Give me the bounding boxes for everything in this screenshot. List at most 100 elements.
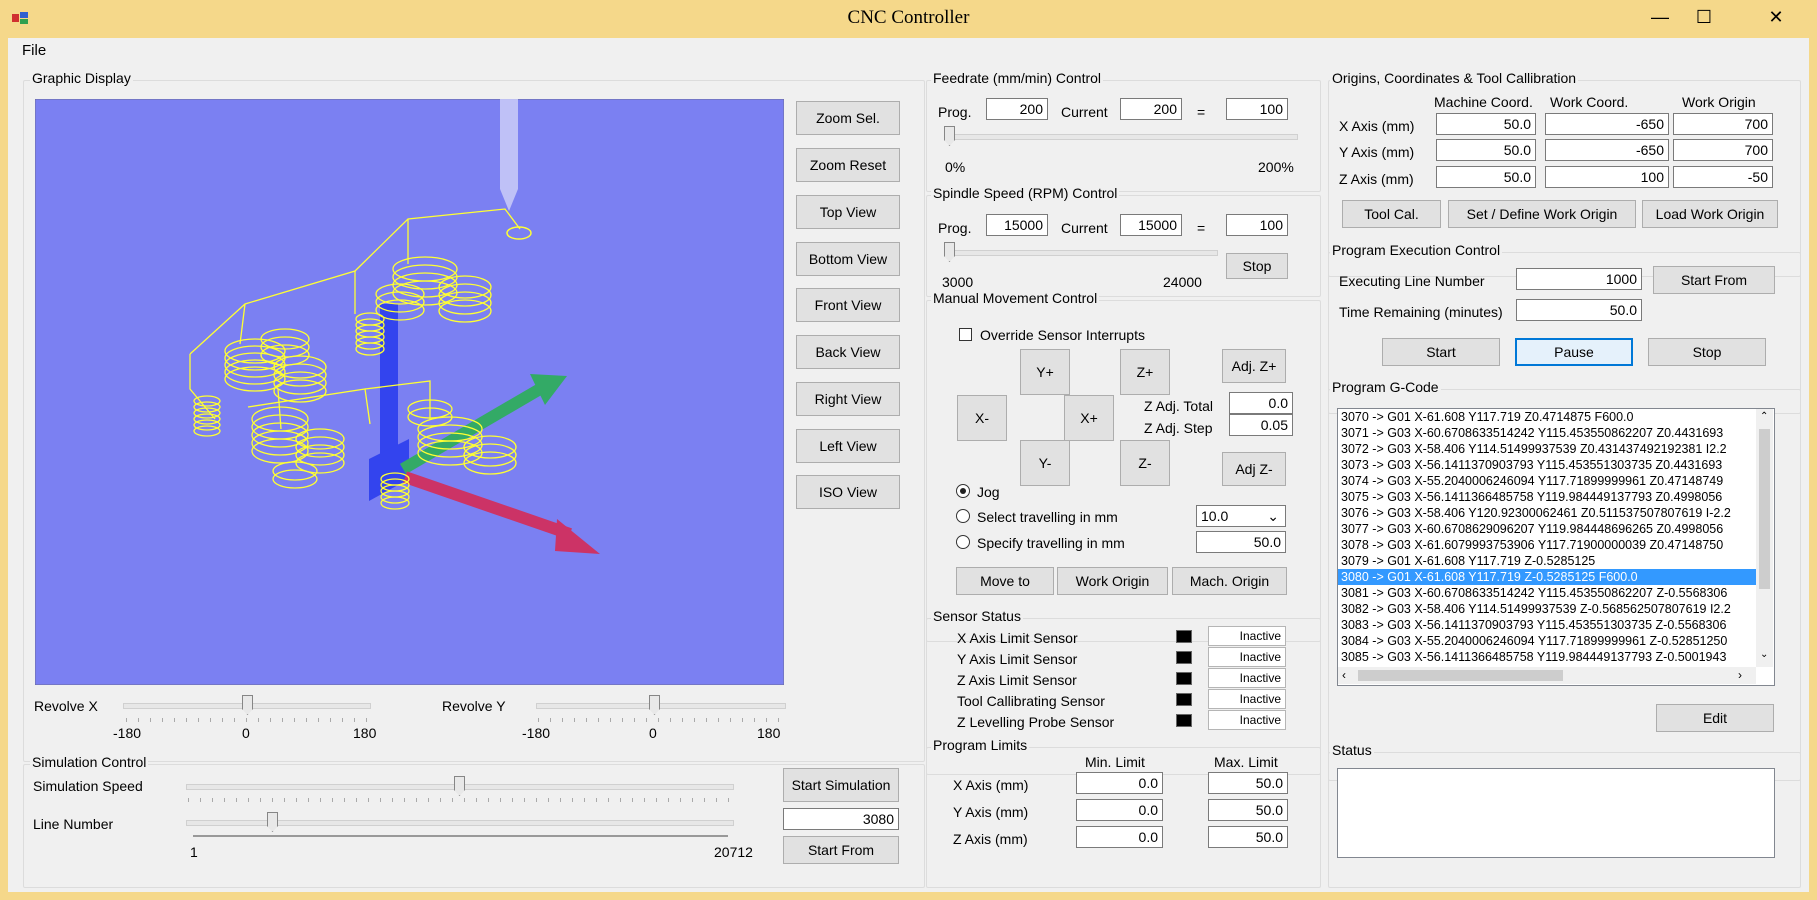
start-button[interactable]: Start — [1382, 338, 1500, 366]
gcode-line[interactable]: 3082 -> G03 X-58.406 Y114.51499937539 Z-… — [1338, 601, 1756, 617]
limit-min-input[interactable] — [1076, 772, 1163, 794]
minimize-button[interactable]: — — [1640, 4, 1680, 30]
z-minus-button[interactable]: Z- — [1120, 440, 1170, 486]
work-origin-input[interactable] — [1673, 113, 1773, 135]
load-work-origin-button[interactable]: Load Work Origin — [1642, 200, 1778, 228]
gcode-line[interactable]: 3084 -> G03 X-55.2040006246094 Y117.7189… — [1338, 633, 1756, 649]
execution-start-from-button[interactable]: Start From — [1653, 266, 1775, 294]
x-plus-button[interactable]: X+ — [1064, 395, 1114, 441]
iso-view-button[interactable]: ISO View — [796, 475, 900, 509]
limit-max-input[interactable] — [1208, 826, 1288, 848]
work-origin-input[interactable] — [1673, 166, 1773, 188]
z-adj-total-input[interactable] — [1229, 392, 1293, 414]
gcode-line[interactable]: 3078 -> G03 X-61.6079993753906 Y117.7190… — [1338, 537, 1756, 553]
tool-cal-button[interactable]: Tool Cal. — [1342, 200, 1441, 228]
gcode-vertical-thumb[interactable] — [1759, 429, 1770, 589]
graphic-canvas[interactable] — [35, 99, 784, 685]
x-minus-button[interactable]: X- — [957, 395, 1007, 441]
line-number-input[interactable] — [783, 808, 899, 830]
gcode-line[interactable]: 3077 -> G03 X-60.6708629096207 Y119.9844… — [1338, 521, 1756, 537]
work-origin-button[interactable]: Work Origin — [1057, 567, 1168, 595]
scroll-up-icon[interactable]: ⌃ — [1760, 411, 1768, 422]
spindle-track[interactable] — [948, 250, 1218, 256]
gcode-line[interactable]: 3075 -> G03 X-56.1411366485758 Y119.9844… — [1338, 489, 1756, 505]
bottom-view-button[interactable]: Bottom View — [796, 242, 900, 276]
zoom-reset-button[interactable]: Zoom Reset — [796, 148, 900, 182]
scroll-left-icon[interactable]: ‹ — [1342, 668, 1346, 682]
scroll-right-icon[interactable]: › — [1738, 668, 1742, 682]
z-plus-button[interactable]: Z+ — [1120, 349, 1170, 395]
revolve-y-track[interactable] — [536, 703, 786, 709]
work-coord-input[interactable] — [1545, 113, 1669, 135]
simulation-start-from-button[interactable]: Start From — [783, 836, 899, 864]
specify-travel-input[interactable] — [1196, 531, 1286, 553]
feedrate-track[interactable] — [948, 134, 1298, 140]
zoom-sel-button[interactable]: Zoom Sel. — [796, 101, 900, 135]
pause-button[interactable]: Pause — [1515, 338, 1633, 366]
time-remaining-input[interactable] — [1516, 299, 1642, 321]
select-travel-dropdown[interactable]: 10.0 ⌄ — [1196, 505, 1286, 527]
start-simulation-button[interactable]: Start Simulation — [783, 768, 899, 802]
limit-max-input[interactable] — [1208, 772, 1288, 794]
set-work-origin-button[interactable]: Set / Define Work Origin — [1448, 200, 1636, 228]
spindle-current-input[interactable] — [1120, 214, 1182, 236]
stop-button[interactable]: Stop — [1648, 338, 1766, 366]
gcode-line[interactable]: 3080 -> G01 X-61.608 Y117.719 Z-0.528512… — [1338, 569, 1756, 585]
left-view-button[interactable]: Left View — [796, 429, 900, 463]
adj-z-plus-button[interactable]: Adj. Z+ — [1222, 349, 1286, 383]
adj-z-minus-button[interactable]: Adj Z- — [1222, 452, 1286, 486]
back-view-button[interactable]: Back View — [796, 335, 900, 369]
right-view-button[interactable]: Right View — [796, 382, 900, 416]
spindle-prog-input[interactable] — [986, 214, 1048, 236]
machine-coord-input[interactable] — [1436, 113, 1536, 135]
specify-travel-radio[interactable] — [956, 535, 970, 549]
gcode-line[interactable]: 3081 -> G03 X-60.6708633514242 Y115.4535… — [1338, 585, 1756, 601]
executing-line-input[interactable] — [1516, 268, 1642, 290]
z-adj-step-input[interactable] — [1229, 414, 1293, 436]
close-button[interactable]: ✕ — [1756, 4, 1796, 30]
menu-file[interactable]: File — [22, 42, 46, 59]
feedrate-current-input[interactable] — [1120, 98, 1182, 120]
gcode-vertical-scrollbar[interactable]: ⌃ ⌄ — [1756, 409, 1773, 667]
feedrate-percent-input[interactable] — [1226, 98, 1288, 120]
gcode-horizontal-thumb[interactable] — [1358, 670, 1563, 681]
limit-min-input[interactable] — [1076, 826, 1163, 848]
gcode-line[interactable]: 3079 -> G01 X-61.608 Y117.719 Z-0.528512… — [1338, 553, 1756, 569]
time-remaining-label: Time Remaining (minutes) — [1339, 304, 1503, 320]
edit-button[interactable]: Edit — [1656, 704, 1774, 732]
machine-coord-input[interactable] — [1436, 166, 1536, 188]
gcode-horizontal-scrollbar[interactable]: ‹ › — [1338, 667, 1756, 684]
work-coord-input[interactable] — [1545, 139, 1669, 161]
status-textbox[interactable] — [1337, 768, 1775, 858]
y-minus-button[interactable]: Y- — [1020, 440, 1070, 486]
move-to-button[interactable]: Move to — [956, 567, 1054, 595]
jog-radio[interactable] — [956, 484, 970, 498]
gcode-line[interactable]: 3072 -> G03 X-58.406 Y114.51499937539 Z0… — [1338, 441, 1756, 457]
gcode-line[interactable]: 3074 -> G03 X-55.2040006246094 Y117.7189… — [1338, 473, 1756, 489]
feedrate-prog-input[interactable] — [986, 98, 1048, 120]
gcode-line[interactable]: 3083 -> G03 X-56.1411370903793 Y115.4535… — [1338, 617, 1756, 633]
gcode-line[interactable]: 3073 -> G03 X-56.1411370903793 Y115.4535… — [1338, 457, 1756, 473]
front-view-button[interactable]: Front View — [796, 288, 900, 322]
gcode-list[interactable]: 3070 -> G01 X-61.608 Y117.719 Z0.4714875… — [1337, 408, 1775, 686]
y-plus-button[interactable]: Y+ — [1020, 349, 1070, 395]
sensor-state: Inactive — [1208, 647, 1286, 667]
gcode-line[interactable]: 3076 -> G03 X-58.406 Y120.92300062461 Z0… — [1338, 505, 1756, 521]
gcode-line[interactable]: 3070 -> G01 X-61.608 Y117.719 Z0.4714875… — [1338, 409, 1756, 425]
origin-axis-label: Y Axis (mm) — [1339, 144, 1415, 160]
gcode-line[interactable]: 3071 -> G03 X-60.6708633514242 Y115.4535… — [1338, 425, 1756, 441]
maximize-button[interactable]: ☐ — [1684, 4, 1724, 30]
work-coord-input[interactable] — [1545, 166, 1669, 188]
limit-min-input[interactable] — [1076, 799, 1163, 821]
top-view-button[interactable]: Top View — [796, 195, 900, 229]
limit-max-input[interactable] — [1208, 799, 1288, 821]
spindle-percent-input[interactable] — [1226, 214, 1288, 236]
select-travel-radio[interactable] — [956, 509, 970, 523]
work-origin-input[interactable] — [1673, 139, 1773, 161]
override-checkbox[interactable] — [959, 328, 972, 341]
spindle-stop-button[interactable]: Stop — [1226, 253, 1288, 279]
scroll-down-icon[interactable]: ⌄ — [1760, 649, 1768, 660]
mach-origin-button[interactable]: Mach. Origin — [1172, 567, 1287, 595]
machine-coord-input[interactable] — [1436, 139, 1536, 161]
gcode-line[interactable]: 3085 -> G03 X-56.1411366485758 Y119.9844… — [1338, 649, 1756, 665]
